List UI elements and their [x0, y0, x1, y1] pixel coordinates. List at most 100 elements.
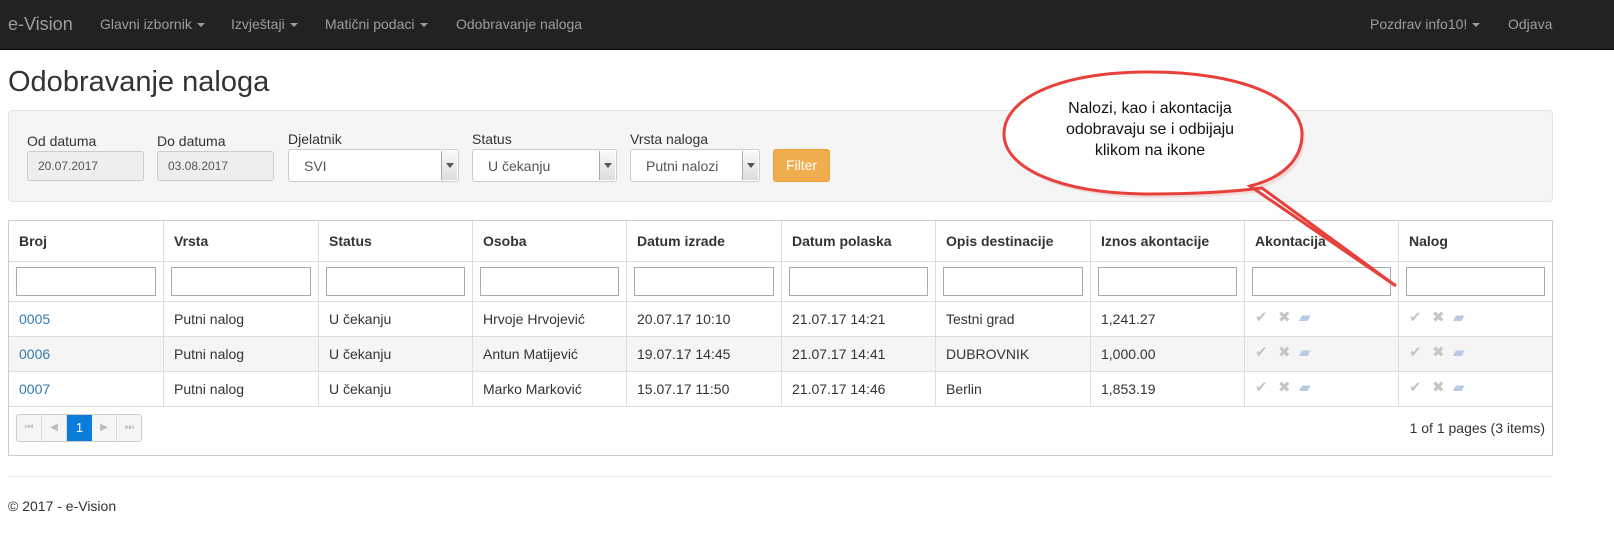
column-filter-input[interactable] [943, 267, 1083, 296]
filter-cell [164, 262, 319, 301]
pager: ⏮ ◀ 1 ▶ ⏭ [16, 414, 142, 442]
column-filter-input[interactable] [16, 267, 156, 296]
nav-maticni-podaci[interactable]: Matični podaci [325, 16, 428, 32]
order-type-select[interactable]: Putni nalozi [630, 149, 760, 182]
dropdown-arrow-icon [742, 151, 758, 180]
cell-vrsta: Putni nalog [164, 372, 319, 406]
comment-icon[interactable]: ▰ [1299, 310, 1311, 326]
next-page-icon[interactable]: ▶ [92, 415, 117, 441]
approve-check-icon[interactable]: ✔ [1409, 310, 1422, 326]
filter-cell [1399, 262, 1552, 301]
filter-cell [936, 262, 1091, 301]
comment-icon[interactable]: ▰ [1299, 345, 1311, 361]
page-button-current[interactable]: 1 [67, 415, 92, 441]
user-menu[interactable]: Pozdrav info10! [1370, 16, 1481, 32]
column-header-broj[interactable]: Broj [9, 221, 164, 261]
order-type-select-value: Putni nalozi [646, 158, 719, 174]
cell-iznos-akontacije: 1,853.19 [1091, 372, 1245, 406]
approve-check-icon[interactable]: ✔ [1255, 310, 1268, 326]
comment-icon[interactable]: ▰ [1299, 380, 1311, 396]
order-number-link[interactable]: 0005 [9, 302, 164, 336]
order-number-link[interactable]: 0007 [9, 372, 164, 406]
callout-text: Nalozi, kao i akontacija odobravaju se i… [1040, 98, 1260, 161]
column-header-datum-izrade[interactable]: Datum izrade [627, 221, 782, 261]
greeting-label: Pozdrav info10! [1370, 16, 1468, 32]
to-date-label: Do datuma [157, 133, 226, 149]
comment-icon[interactable]: ▰ [1453, 310, 1465, 326]
nav-izvjestaji[interactable]: Izvještaji [231, 16, 298, 32]
table-row: 0005 Putni nalog U čekanju Hrvoje Hrvoje… [9, 302, 1552, 337]
approve-check-icon[interactable]: ✔ [1409, 380, 1422, 396]
employee-select[interactable]: SVI [288, 149, 459, 182]
approve-check-icon[interactable]: ✔ [1255, 345, 1268, 361]
column-filter-input[interactable] [1406, 267, 1545, 296]
footer-text: © 2017 - e-Vision [8, 498, 117, 514]
cell-vrsta: Putni nalog [164, 302, 319, 336]
caret-down-icon [196, 23, 205, 28]
cell-datum-polaska: 21.07.17 14:41 [782, 337, 936, 371]
reject-x-icon[interactable]: ✖ [1278, 310, 1291, 326]
comment-icon[interactable]: ▰ [1453, 380, 1465, 396]
cell-opis-destinacije: Testni grad [936, 302, 1091, 336]
nav-glavni-izbornik[interactable]: Glavni izbornik [100, 16, 205, 32]
column-filter-input[interactable] [634, 267, 774, 296]
nav-label: Glavni izbornik [100, 16, 192, 32]
filter-cell [319, 262, 473, 301]
reject-x-icon[interactable]: ✖ [1432, 345, 1445, 361]
prev-page-icon[interactable]: ◀ [42, 415, 67, 441]
order-type-label: Vrsta naloga [630, 131, 709, 147]
status-select-value: U čekanju [488, 158, 551, 174]
brand-link[interactable]: e-Vision [8, 14, 73, 35]
callout-line: odobravaju se i odbijaju [1065, 121, 1235, 138]
reject-x-icon[interactable]: ✖ [1278, 345, 1291, 361]
cell-vrsta: Putni nalog [164, 337, 319, 371]
caret-down-icon [419, 23, 428, 28]
filter-button[interactable]: Filter [773, 149, 830, 182]
from-date-input[interactable]: 20.07.2017 [27, 151, 144, 181]
filter-cell [1091, 262, 1245, 301]
logout-link[interactable]: Odjava [1508, 16, 1552, 32]
orders-grid: Broj Vrsta Status Osoba Datum izrade Dat… [8, 220, 1553, 456]
callout-line: Nalozi, kao i akontacija [1068, 100, 1232, 117]
cell-osoba: Antun Matijević [473, 337, 627, 371]
caret-down-icon [289, 23, 298, 28]
filter-cell [473, 262, 627, 301]
last-page-icon[interactable]: ⏭ [117, 415, 142, 441]
pager-info: 1 of 1 pages (3 items) [1409, 420, 1545, 436]
approve-check-icon[interactable]: ✔ [1409, 345, 1422, 361]
from-date-label: Od datuma [27, 133, 97, 149]
column-filter-input[interactable] [326, 267, 465, 296]
cell-datum-izrade: 20.07.17 10:10 [627, 302, 782, 336]
nav-odobravanje-naloga[interactable]: Odobravanje naloga [456, 16, 582, 32]
reject-x-icon[interactable]: ✖ [1278, 380, 1291, 396]
first-page-icon[interactable]: ⏮ [17, 415, 42, 441]
column-filter-input[interactable] [480, 267, 619, 296]
top-navbar: e-Vision Glavni izbornik Izvještaji Mati… [0, 0, 1614, 50]
comment-icon[interactable]: ▰ [1453, 345, 1465, 361]
reject-x-icon[interactable]: ✖ [1432, 380, 1445, 396]
column-header-osoba[interactable]: Osoba [473, 221, 627, 261]
order-actions: ✔ ✖ ▰ [1399, 302, 1552, 336]
cell-iznos-akontacije: 1,241.27 [1091, 302, 1245, 336]
filter-cell [1245, 262, 1399, 301]
order-actions: ✔ ✖ ▰ [1399, 337, 1552, 371]
reject-x-icon[interactable]: ✖ [1432, 310, 1445, 326]
column-header-nalog[interactable]: Nalog [1399, 221, 1552, 261]
order-number-link[interactable]: 0006 [9, 337, 164, 371]
column-header-iznos-akontacije[interactable]: Iznos akontacije [1091, 221, 1245, 261]
to-date-input[interactable]: 03.08.2017 [157, 151, 274, 181]
column-header-status[interactable]: Status [319, 221, 473, 261]
cell-status: U čekanju [319, 302, 473, 336]
column-filter-input[interactable] [1252, 267, 1391, 296]
cell-status: U čekanju [319, 372, 473, 406]
column-filter-input[interactable] [171, 267, 311, 296]
column-filter-input[interactable] [789, 267, 928, 296]
nav-label: Izvještaji [231, 16, 285, 32]
column-header-vrsta[interactable]: Vrsta [164, 221, 319, 261]
column-header-opis-destinacije[interactable]: Opis destinacije [936, 221, 1091, 261]
column-header-datum-polaska[interactable]: Datum polaska [782, 221, 936, 261]
status-select[interactable]: U čekanju [472, 149, 617, 182]
approve-check-icon[interactable]: ✔ [1255, 380, 1268, 396]
column-header-akontacija[interactable]: Akontacija [1245, 221, 1399, 261]
column-filter-input[interactable] [1098, 267, 1237, 296]
